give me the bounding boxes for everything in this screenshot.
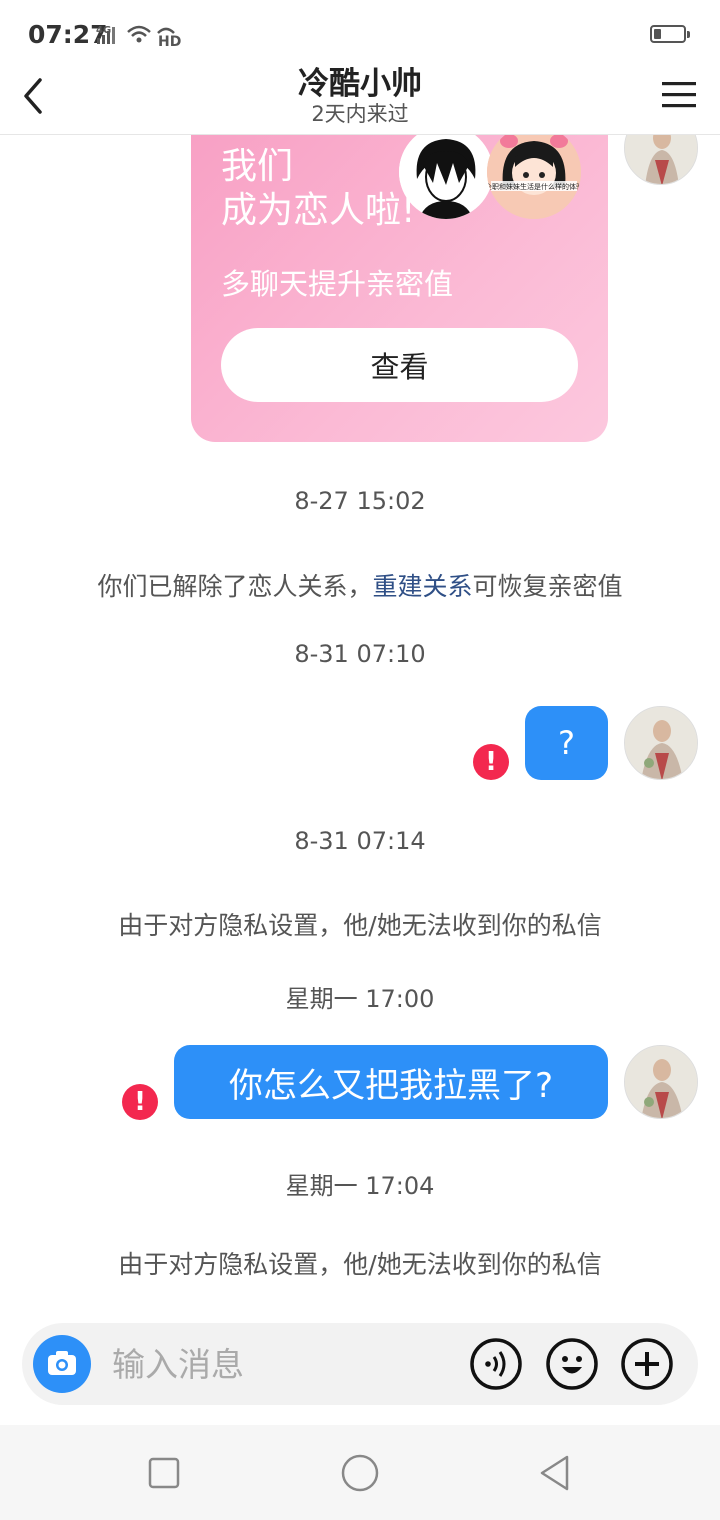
- triangle-back-icon: [540, 1455, 569, 1491]
- avatar-image: [625, 135, 697, 184]
- avatar[interactable]: [624, 1045, 698, 1119]
- avatar-image: [625, 707, 697, 779]
- camera-button[interactable]: [33, 1335, 91, 1393]
- avatar-image: [625, 1046, 697, 1118]
- last-seen-status: 2天内来过: [311, 102, 409, 126]
- sent-message-bubble[interactable]: ?: [525, 706, 608, 780]
- avatar-caption: 全职和妹妹生活是什么样的体验: [487, 182, 581, 191]
- signal-icons: 4G HD: [96, 22, 188, 52]
- camera-icon: [48, 1351, 76, 1375]
- square-icon: [148, 1457, 180, 1489]
- message-input[interactable]: [112, 1341, 442, 1387]
- send-failed-icon[interactable]: !: [122, 1084, 158, 1120]
- chat-messages: 我们 成为恋人啦! 全职和妹妹生活是什么样的体验 多聊天提升亲密值 查看 8-2…: [0, 135, 720, 1315]
- circle-icon: [341, 1454, 379, 1492]
- message-timestamp: 8-31 07:14: [294, 827, 426, 855]
- rebuild-relationship-link[interactable]: 重建关系: [372, 572, 472, 601]
- system-message: 由于对方隐私设置，他/她无法收到你的私信: [118, 911, 602, 940]
- message-timestamp: 8-31 07:10: [294, 640, 426, 668]
- system-message: 由于对方隐私设置，他/她无法收到你的私信: [118, 1250, 602, 1279]
- message-timestamp: 星期一 17:04: [285, 1172, 435, 1200]
- menu-button[interactable]: [660, 78, 700, 112]
- back-nav-button[interactable]: [536, 1453, 576, 1493]
- voice-button[interactable]: [470, 1338, 522, 1390]
- message-input-bar: [22, 1323, 698, 1405]
- voice-icon: [470, 1338, 522, 1390]
- card-title: 我们 成为恋人啦!: [221, 146, 416, 231]
- avatar[interactable]: [624, 135, 698, 185]
- plus-icon: [621, 1338, 673, 1390]
- send-failed-icon[interactable]: !: [473, 744, 509, 780]
- emoji-icon: [546, 1338, 598, 1390]
- page-title: 冷酷小帅: [298, 66, 422, 102]
- chat-header: 冷酷小帅 2天内来过: [0, 66, 720, 135]
- emoji-button[interactable]: [546, 1338, 598, 1390]
- hamburger-icon: [662, 82, 696, 108]
- lovers-card: 我们 成为恋人啦! 全职和妹妹生活是什么样的体验 多聊天提升亲密值 查看: [191, 135, 608, 442]
- card-subtitle: 多聊天提升亲密值: [221, 267, 454, 301]
- view-button[interactable]: 查看: [221, 328, 578, 402]
- status-bar: 07:27 4G HD: [0, 0, 720, 66]
- card-avatar-self: [399, 135, 493, 219]
- hd-label: HD: [158, 34, 181, 48]
- more-button[interactable]: [621, 1338, 673, 1390]
- message-timestamp: 8-27 15:02: [294, 487, 426, 515]
- recents-button[interactable]: [144, 1453, 184, 1493]
- battery-icon: [650, 25, 690, 43]
- avatar[interactable]: [624, 706, 698, 780]
- card-avatar-partner: 全职和妹妹生活是什么样的体验: [487, 135, 581, 219]
- system-message: 你们已解除了恋人关系，重建关系可恢复亲密值: [97, 572, 623, 601]
- message-timestamp: 星期一 17:00: [285, 985, 435, 1013]
- home-button[interactable]: [340, 1453, 380, 1493]
- sent-message-bubble[interactable]: 你怎么又把我拉黑了?: [174, 1045, 608, 1119]
- system-nav-bar: [0, 1425, 720, 1520]
